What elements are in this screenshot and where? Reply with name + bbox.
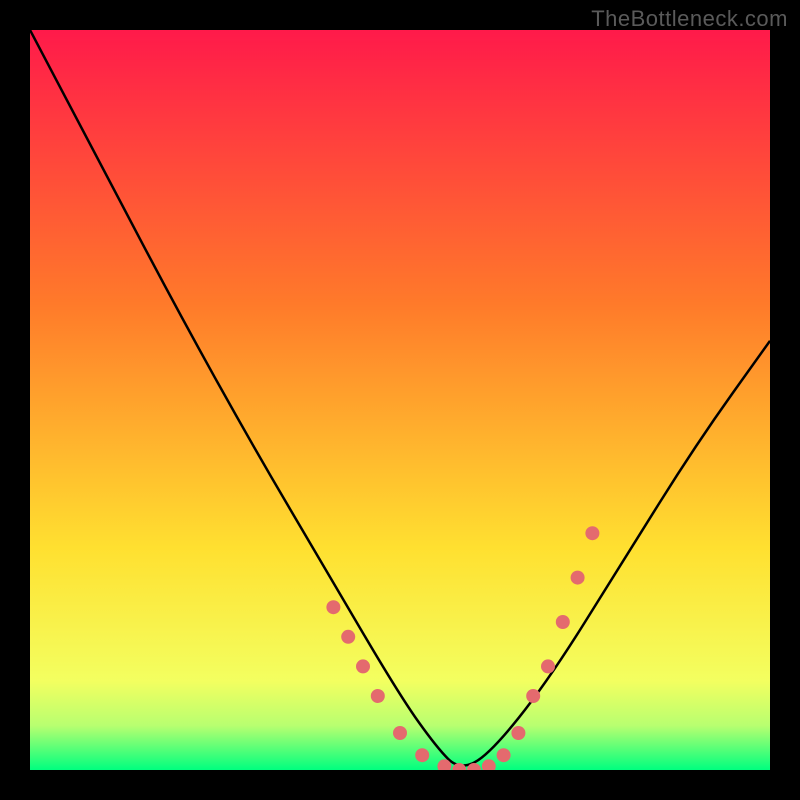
chart-svg — [30, 30, 770, 770]
curve-marker-dot — [571, 571, 585, 585]
curve-marker-dot — [556, 615, 570, 629]
curve-marker-dot — [341, 630, 355, 644]
curve-marker-dot — [371, 689, 385, 703]
curve-marker-dot — [497, 748, 511, 762]
chart-area — [30, 30, 770, 770]
watermark-text: TheBottleneck.com — [591, 6, 788, 32]
curve-marker-dot — [356, 659, 370, 673]
curve-marker-dot — [541, 659, 555, 673]
curve-marker-dot — [326, 600, 340, 614]
gradient-background — [30, 30, 770, 770]
curve-marker-dot — [511, 726, 525, 740]
curve-marker-dot — [393, 726, 407, 740]
curve-marker-dot — [526, 689, 540, 703]
curve-marker-dot — [415, 748, 429, 762]
curve-marker-dot — [585, 526, 599, 540]
